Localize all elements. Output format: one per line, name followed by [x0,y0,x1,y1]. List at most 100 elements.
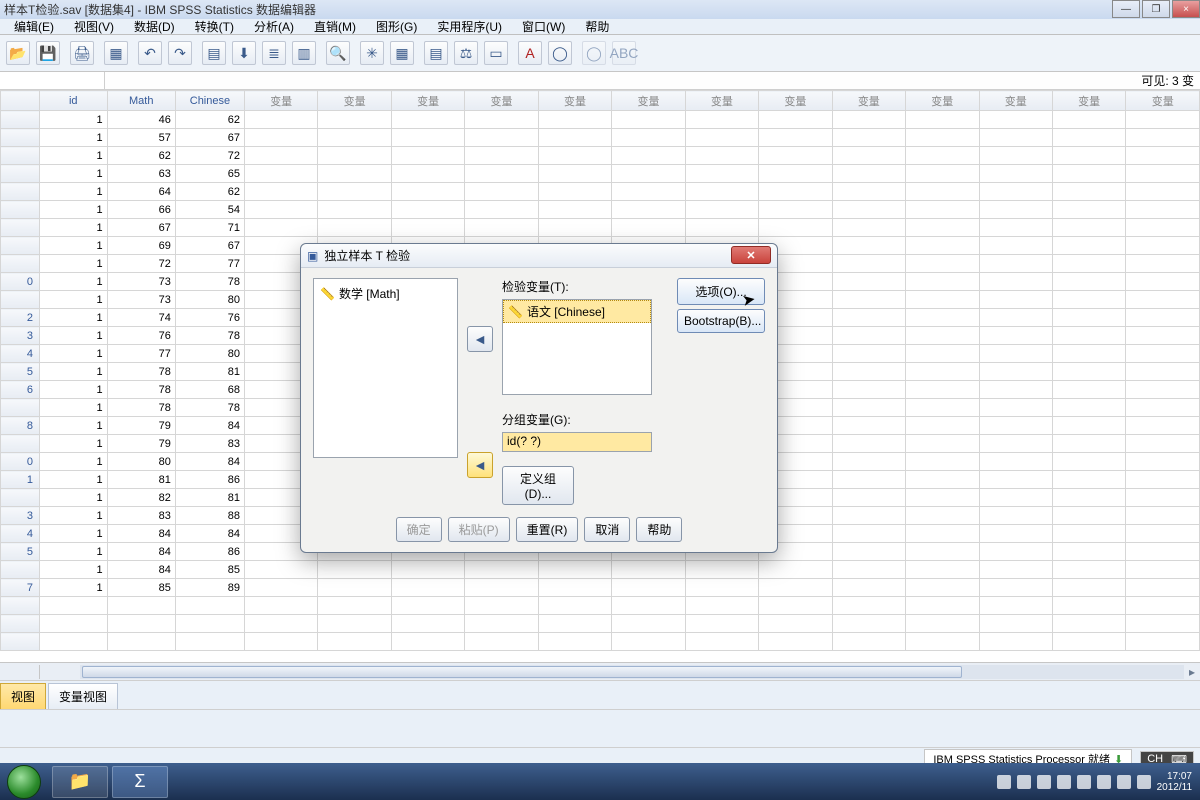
dialog-close-button[interactable]: ✕ [731,246,771,264]
row-number[interactable] [1,489,40,507]
table-row[interactable]: 16462 [1,183,1200,201]
empty-cell[interactable] [759,597,832,615]
empty-cell[interactable] [1052,579,1125,597]
empty-cell[interactable] [1126,183,1200,201]
data-cell[interactable]: 83 [175,435,244,453]
data-cell[interactable]: 73 [107,273,175,291]
empty-cell[interactable] [906,633,979,651]
table-row[interactable]: 16272 [1,147,1200,165]
empty-cell[interactable] [906,435,979,453]
empty-cell[interactable] [1052,489,1125,507]
empty-column-header[interactable]: 变量 [538,91,611,111]
empty-cell[interactable] [1126,129,1200,147]
data-cell[interactable]: 84 [107,543,175,561]
empty-column-header[interactable]: 变量 [906,91,979,111]
tray-icon[interactable] [1017,775,1031,789]
empty-cell[interactable] [1126,525,1200,543]
menu-transform[interactable]: 转换(T) [185,18,244,35]
empty-cell[interactable] [1052,183,1125,201]
bootstrap-button[interactable]: Bootstrap(B)... [677,309,765,333]
data-cell[interactable]: 57 [107,129,175,147]
data-cell[interactable]: 1 [39,309,107,327]
empty-cell[interactable] [1126,255,1200,273]
empty-cell[interactable] [759,579,832,597]
empty-cell[interactable] [318,579,391,597]
task-explorer[interactable]: 📁 [52,766,108,798]
empty-cell[interactable] [906,399,979,417]
empty-cell[interactable] [612,147,685,165]
empty-cell[interactable] [906,381,979,399]
close-window-button[interactable]: × [1172,0,1200,18]
empty-cell[interactable] [175,615,244,633]
empty-cell[interactable] [391,165,464,183]
row-number[interactable] [1,165,40,183]
empty-cell[interactable] [538,579,611,597]
empty-cell[interactable] [612,561,685,579]
empty-cell[interactable] [1052,237,1125,255]
empty-cell[interactable] [685,111,758,129]
empty-cell[interactable] [1052,381,1125,399]
empty-cell[interactable] [906,471,979,489]
empty-cell[interactable] [906,525,979,543]
goto-case-icon[interactable]: ▤ [202,41,226,65]
empty-cell[interactable] [906,201,979,219]
row-number[interactable]: 7 [1,579,40,597]
move-to-test-button[interactable]: ◄ [467,326,493,352]
empty-cell[interactable] [1126,417,1200,435]
empty-cell[interactable] [685,129,758,147]
empty-cell[interactable] [906,453,979,471]
row-number[interactable]: 4 [1,345,40,363]
empty-cell[interactable] [979,561,1052,579]
options-button[interactable]: 选项(O)... [677,278,765,305]
empty-column-header[interactable]: 变量 [612,91,685,111]
empty-cell[interactable] [832,219,905,237]
horizontal-scrollbar[interactable]: ▸ [0,662,1200,680]
empty-cell[interactable] [832,471,905,489]
empty-cell[interactable] [1052,129,1125,147]
insert-icon[interactable]: ▥ [292,41,316,65]
table-row[interactable]: 15767 [1,129,1200,147]
empty-cell[interactable] [612,165,685,183]
data-cell[interactable]: 1 [39,111,107,129]
empty-cell[interactable] [1126,615,1200,633]
move-to-group-button[interactable]: ◄ [467,452,493,478]
empty-cell[interactable] [685,597,758,615]
empty-cell[interactable] [244,165,317,183]
empty-cell[interactable] [979,381,1052,399]
empty-cell[interactable] [318,597,391,615]
list-item[interactable]: 📏 数学 [Math] [318,283,453,304]
data-cell[interactable]: 1 [39,561,107,579]
empty-cell[interactable] [1126,273,1200,291]
data-cell[interactable]: 1 [39,543,107,561]
data-cell[interactable]: 80 [107,453,175,471]
print-icon[interactable]: 🖨 [70,41,94,65]
data-cell[interactable]: 1 [39,165,107,183]
tab-data-view[interactable]: 视图 [0,683,46,709]
row-number[interactable]: 5 [1,363,40,381]
data-cell[interactable]: 77 [175,255,244,273]
row-number[interactable]: 2 [1,309,40,327]
column-header[interactable]: Math [107,91,175,111]
empty-cell[interactable] [1052,525,1125,543]
empty-cell[interactable] [906,579,979,597]
empty-cell[interactable] [979,579,1052,597]
data-cell[interactable]: 1 [39,489,107,507]
empty-cell[interactable] [244,615,317,633]
empty-cell[interactable] [832,291,905,309]
empty-cell[interactable] [107,597,175,615]
empty-cell[interactable] [979,435,1052,453]
open-icon[interactable]: 📂 [6,41,30,65]
empty-cell[interactable] [465,129,538,147]
empty-cell[interactable] [1126,489,1200,507]
empty-cell[interactable] [391,615,464,633]
empty-cell[interactable] [391,147,464,165]
value-labels-icon[interactable]: ⚖ [454,41,478,65]
start-button[interactable] [0,763,48,800]
data-cell[interactable]: 1 [39,183,107,201]
data-cell[interactable]: 76 [175,309,244,327]
empty-cell[interactable] [832,363,905,381]
row-number[interactable]: 1 [1,471,40,489]
recall-icon[interactable]: ▦ [104,41,128,65]
empty-cell[interactable] [979,345,1052,363]
select-icon[interactable]: ▤ [424,41,448,65]
